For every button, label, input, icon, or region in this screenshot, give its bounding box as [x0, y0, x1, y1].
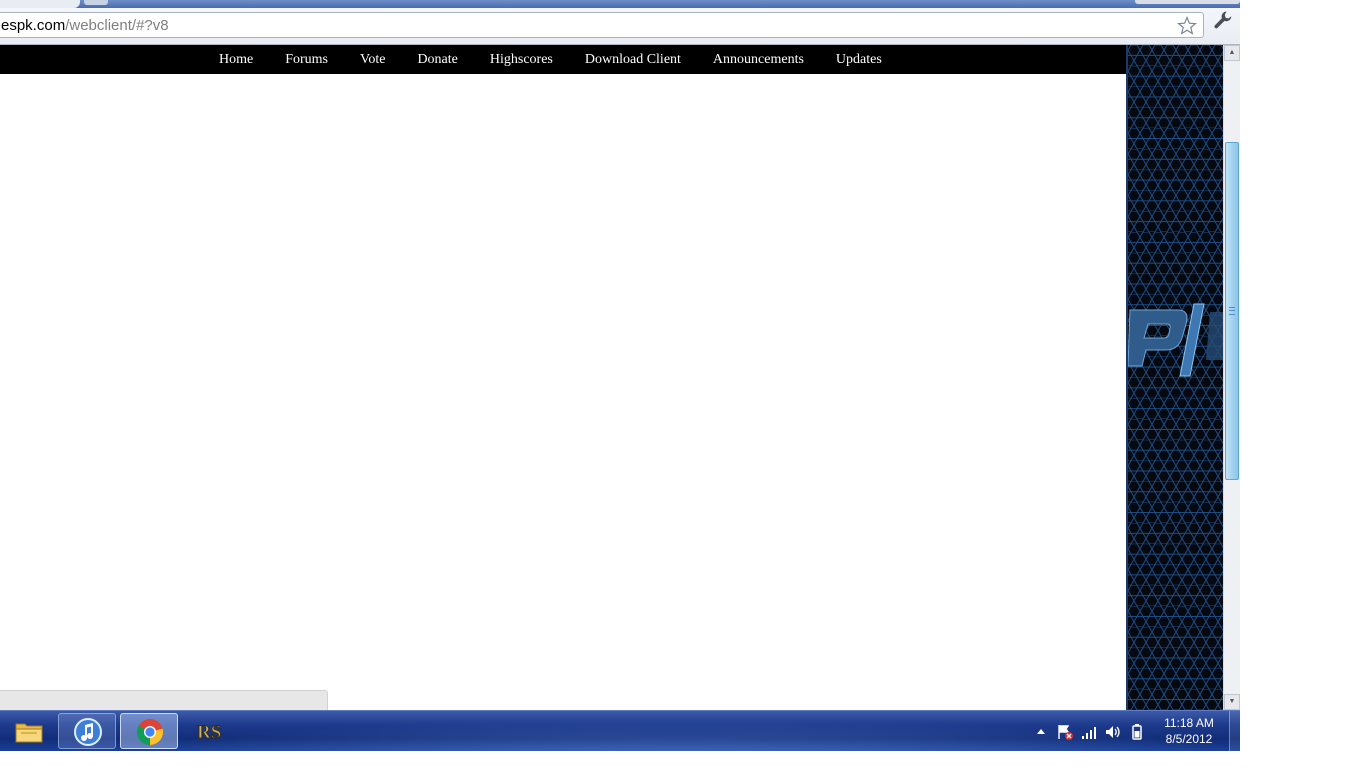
taskbar-clock[interactable]: 11:18 AM 8/5/2012: [1154, 715, 1224, 747]
taskbar-itunes-button[interactable]: [58, 713, 116, 749]
bookmark-star-icon[interactable]: [1177, 16, 1197, 36]
screen: espk.com/webclient/#?v8 Home Forums Vote…: [0, 0, 1366, 768]
taskbar-chrome-button[interactable]: [120, 713, 178, 749]
browser-toolbar: espk.com/webclient/#?v8: [0, 8, 1240, 45]
nav-link-home[interactable]: Home: [203, 52, 269, 68]
nav-links: Home Forums Vote Donate Highscores Downl…: [203, 45, 898, 74]
window-title-strip: [0, 0, 1240, 8]
url-text[interactable]: espk.com/webclient/#?v8: [1, 17, 169, 34]
address-bar[interactable]: espk.com/webclient/#?v8: [0, 12, 1204, 38]
nav-link-highscores[interactable]: Highscores: [474, 52, 569, 68]
system-tray: [1032, 711, 1152, 751]
show-desktop-button[interactable]: [1229, 711, 1240, 751]
vertical-scrollbar[interactable]: ▲ ▼: [1223, 45, 1240, 710]
hexagon-background-panel: [1126, 45, 1223, 710]
power-icon[interactable]: [1128, 723, 1146, 741]
folder-icon: [15, 723, 43, 743]
nav-link-forums[interactable]: Forums: [269, 52, 344, 68]
svg-text:RS: RS: [197, 722, 221, 743]
scroll-grip-icon: [1229, 307, 1235, 315]
page-viewport: Home Forums Vote Donate Highscores Downl…: [0, 45, 1223, 710]
nav-link-vote[interactable]: Vote: [344, 52, 401, 68]
taskbar-rs-client-button[interactable]: RS: [182, 713, 240, 749]
url-host: espk.com: [1, 17, 66, 34]
new-tab-button[interactable]: [84, 0, 108, 5]
nav-link-announcements[interactable]: Announcements: [697, 52, 820, 68]
action-center-flag-icon[interactable]: [1056, 723, 1074, 741]
scroll-up-arrow-icon[interactable]: ▲: [1224, 45, 1240, 61]
rs-icon: RS: [197, 722, 222, 744]
wrench-menu-icon[interactable]: [1212, 9, 1234, 31]
site-logo-fragment: [1128, 303, 1223, 377]
clock-time: 11:18 AM: [1164, 716, 1214, 730]
nav-link-donate[interactable]: Donate: [401, 52, 473, 68]
network-signal-icon[interactable]: [1080, 723, 1098, 741]
empty-bottom-area: [0, 751, 1366, 768]
itunes-icon: [74, 718, 102, 746]
scroll-thumb[interactable]: [1225, 142, 1239, 480]
show-hidden-icons-arrow[interactable]: [1032, 723, 1050, 741]
volume-icon[interactable]: [1104, 723, 1122, 741]
taskbar-explorer-button[interactable]: [0, 713, 58, 749]
empty-desktop-area: [1240, 0, 1366, 768]
nav-link-download-client[interactable]: Download Client: [569, 52, 697, 68]
active-tab-edge[interactable]: [0, 0, 80, 8]
clock-date: 8/5/2012: [1165, 732, 1213, 746]
url-path: /webclient/#?v8: [65, 17, 169, 34]
window-controls-edge[interactable]: [1135, 0, 1240, 4]
scroll-down-arrow-icon[interactable]: ▼: [1224, 694, 1240, 710]
windows-taskbar: RS 11:18 AM 8/5/2012: [0, 710, 1240, 751]
nav-link-updates[interactable]: Updates: [820, 52, 898, 68]
site-nav-bar: Home Forums Vote Donate Highscores Downl…: [0, 45, 1126, 74]
chrome-icon: [136, 719, 164, 746]
status-bubble: [0, 690, 328, 710]
